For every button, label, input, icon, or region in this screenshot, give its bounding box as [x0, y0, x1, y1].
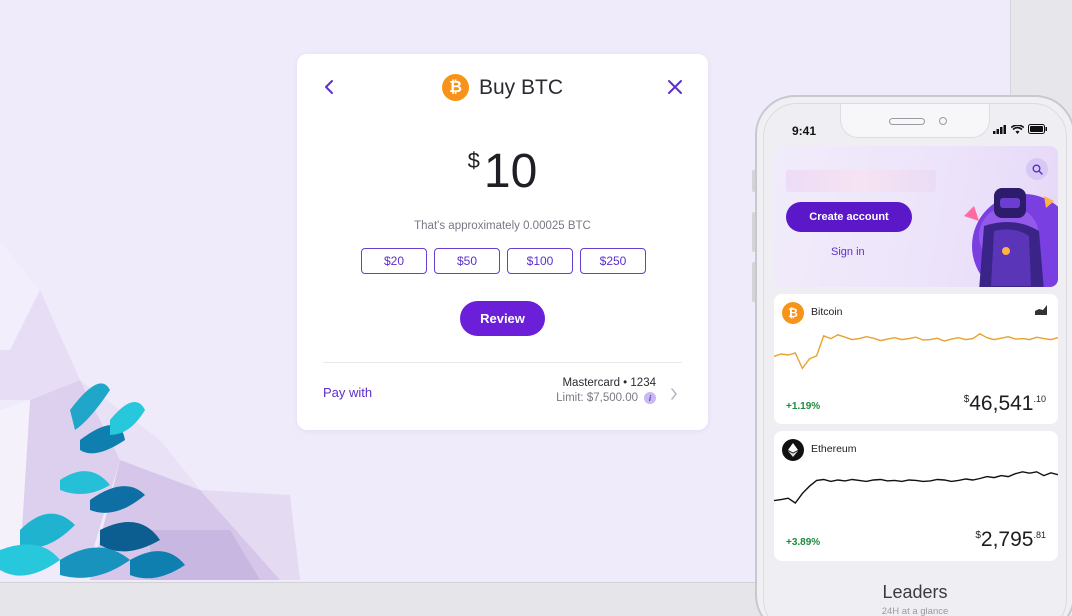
- coin-card-bitcoin[interactable]: ₿ Bitcoin +1.19% $46,541.10: [774, 294, 1058, 424]
- ethereum-sparkline: [774, 471, 1058, 504]
- coin-price: $46,541.10: [964, 392, 1046, 416]
- coin-change: +3.89%: [786, 537, 821, 548]
- astronaut-illustration: [964, 188, 1058, 287]
- price-currency: $: [975, 530, 981, 541]
- preset-250-button[interactable]: $250: [580, 248, 646, 274]
- approx-conversion-text: That's approximately 0.00025 BTC: [414, 220, 591, 232]
- create-account-button[interactable]: Create account: [786, 202, 912, 232]
- payment-method-selector[interactable]: Mastercard • 1234 Limit: $7,500.00 i: [556, 377, 656, 404]
- payment-method-chevron[interactable]: [670, 387, 678, 405]
- card-header: ₿ Buy BTC: [297, 74, 708, 101]
- preset-20-button[interactable]: $20: [361, 248, 427, 274]
- currency-symbol: $: [467, 148, 480, 173]
- price-value: 46,541: [969, 392, 1034, 415]
- buy-crypto-card: ₿ Buy BTC $10 That's approximately 0.000…: [297, 54, 708, 430]
- bitcoin-sparkline: [774, 332, 1058, 370]
- coin-name: Ethereum: [811, 443, 857, 455]
- status-time: 9:41: [792, 124, 817, 138]
- coin-card-ethereum[interactable]: Ethereum +3.89% $2,795.81: [774, 431, 1058, 561]
- close-button[interactable]: [664, 76, 686, 98]
- decorative-crystal-illustration: [0, 240, 300, 580]
- amount-display[interactable]: $10: [297, 144, 708, 199]
- price-value: 2,795: [980, 528, 1034, 551]
- preset-amounts: $20 $50 $100 $250: [361, 248, 646, 274]
- ethereum-icon: [782, 439, 804, 461]
- pay-with-label: Pay with: [323, 385, 373, 400]
- amount-value: 10: [483, 145, 538, 198]
- promo-hero: Create account Sign in: [774, 146, 1058, 287]
- close-icon: [668, 80, 682, 94]
- hero-headline-blur: [786, 170, 936, 192]
- coin-name: Bitcoin: [811, 306, 843, 318]
- payment-limit: Limit: $7,500.00 i: [556, 392, 656, 404]
- preset-50-button[interactable]: $50: [434, 248, 500, 274]
- chart-type-icon[interactable]: [1034, 304, 1048, 316]
- sign-in-link[interactable]: Sign in: [831, 246, 865, 258]
- price-cents: .10: [1033, 394, 1046, 404]
- phone-notch: [840, 104, 990, 138]
- status-icons: [993, 124, 1048, 134]
- sparkline-path: [774, 471, 1058, 504]
- battery-icon: [1028, 124, 1047, 134]
- phone-screen: 9:41 Create account Sign in ₿ Bitcoin +1…: [763, 103, 1067, 616]
- sparkline-path: [774, 332, 1058, 370]
- card-title: Buy BTC: [478, 75, 564, 99]
- payment-card-name: Mastercard • 1234: [562, 377, 656, 389]
- leaders-title: Leaders: [882, 582, 948, 602]
- info-icon[interactable]: i: [644, 392, 656, 404]
- wifi-icon: [1011, 124, 1024, 134]
- leaders-subtitle: 24H at a glance: [881, 606, 949, 616]
- review-button[interactable]: Review: [460, 301, 545, 336]
- price-cents: .81: [1033, 530, 1046, 540]
- chevron-right-icon: [671, 388, 677, 400]
- price-currency: $: [963, 394, 970, 405]
- preset-100-button[interactable]: $100: [507, 248, 573, 274]
- bitcoin-icon: ₿: [782, 302, 804, 324]
- payment-limit-text: Limit: $7,500.00: [556, 392, 638, 404]
- search-icon: [1032, 164, 1043, 175]
- phone-mockup: 9:41 Create account Sign in ₿ Bitcoin +1…: [755, 95, 1072, 616]
- coin-price: $2,795.81: [975, 528, 1046, 552]
- coin-change: +1.19%: [786, 401, 821, 412]
- bitcoin-icon: ₿: [441, 74, 469, 101]
- signal-icon: [993, 124, 1006, 134]
- divider: [323, 362, 682, 363]
